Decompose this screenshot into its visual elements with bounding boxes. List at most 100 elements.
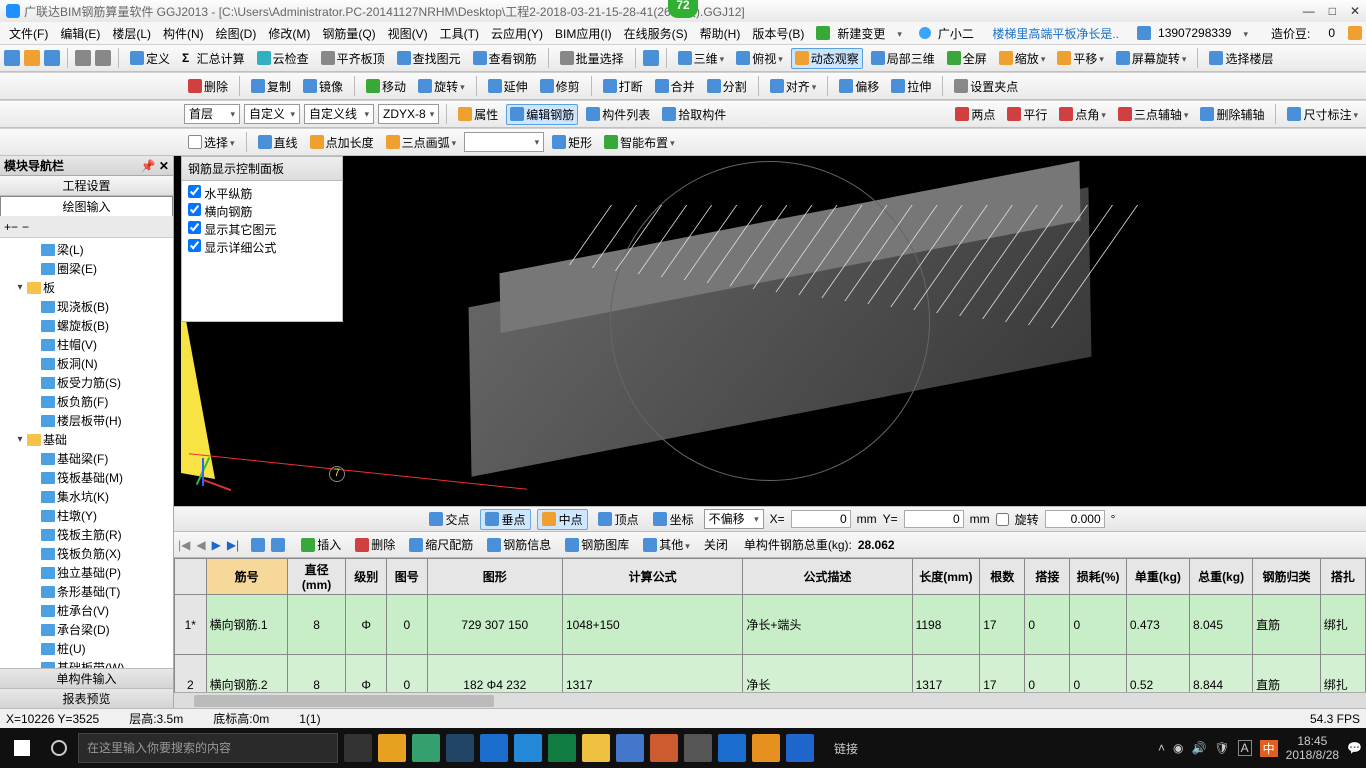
- cell-0-2[interactable]: 8: [287, 595, 346, 655]
- tree-node-集水坑(K)[interactable]: 集水坑(K): [1, 487, 172, 506]
- parallel-button[interactable]: 平行: [1003, 104, 1051, 125]
- user-button[interactable]: 广小二: [914, 21, 984, 46]
- cell-0-4[interactable]: 0: [387, 595, 428, 655]
- code-dropdown[interactable]: ZDYX-8: [378, 104, 439, 124]
- menu-edit[interactable]: 编辑(E): [55, 23, 105, 44]
- viewrebar-button[interactable]: 查看钢筋: [469, 48, 541, 69]
- cell-0-6[interactable]: 1048+150: [562, 595, 742, 655]
- task-link-label[interactable]: 链接: [834, 740, 858, 757]
- screenrot-button[interactable]: 屏幕旋转: [1112, 48, 1191, 69]
- new-file-icon[interactable]: [4, 50, 20, 66]
- menu-online[interactable]: 在线服务(S): [619, 23, 693, 44]
- split-button[interactable]: 分割: [703, 76, 751, 97]
- nav-last[interactable]: ▶|: [227, 538, 239, 552]
- tray-ime-lang[interactable]: 中: [1260, 740, 1278, 757]
- tray-ime-a[interactable]: A: [1238, 740, 1252, 756]
- scalecfg-button[interactable]: 缩尺配筋: [405, 534, 477, 555]
- task-excel[interactable]: [548, 734, 576, 762]
- floor-dropdown[interactable]: 首层: [184, 104, 240, 124]
- taskbar-search[interactable]: 在这里输入你要搜索的内容: [78, 733, 338, 763]
- tree-node-板受力筋(S)[interactable]: 板受力筋(S): [1, 373, 172, 392]
- cell-0-7[interactable]: 净长+端头: [743, 595, 912, 655]
- y-input[interactable]: [904, 510, 964, 528]
- task-app-6[interactable]: [650, 734, 678, 762]
- editrebar-button[interactable]: 编辑钢筋: [506, 104, 578, 125]
- 3d-button[interactable]: 三维: [674, 48, 729, 69]
- stretch-button[interactable]: 拉伸: [887, 76, 935, 97]
- tree-node-桩(U)[interactable]: 桩(U): [1, 639, 172, 658]
- tree-node-柱墩(Y)[interactable]: 柱墩(Y): [1, 506, 172, 525]
- nav-first[interactable]: |◀: [178, 538, 190, 552]
- tab-report-preview[interactable]: 报表预览: [0, 688, 173, 708]
- cell-0-13[interactable]: 8.045: [1189, 595, 1252, 655]
- arc-opt-dropdown[interactable]: [464, 132, 544, 152]
- cp-option-横向钢筋[interactable]: 横向钢筋: [188, 203, 336, 221]
- menu-modify[interactable]: 修改(M): [263, 23, 315, 44]
- cloudcheck-button[interactable]: 云检查: [253, 48, 313, 69]
- batchsel-button[interactable]: 批量选择: [556, 48, 628, 69]
- help-link[interactable]: 楼梯里高端平板净长是..: [987, 23, 1124, 44]
- snap-vertex[interactable]: 顶点: [594, 510, 643, 529]
- snap-perp[interactable]: 垂点: [480, 509, 531, 530]
- delete-button[interactable]: 删除: [184, 76, 232, 97]
- rect-button[interactable]: 矩形: [548, 132, 596, 153]
- cell-0-14[interactable]: 直筋: [1253, 595, 1321, 655]
- close-panel-button[interactable]: 关闭: [700, 534, 732, 555]
- rebar-table[interactable]: 筋号直径(mm)级别图号图形计算公式公式描述长度(mm)根数搭接损耗(%)单重(…: [174, 558, 1366, 708]
- tree-node-柱帽(V)[interactable]: 柱帽(V): [1, 335, 172, 354]
- rebarinfo-button[interactable]: 钢筋信息: [483, 534, 555, 555]
- delete-row-button[interactable]: 删除: [351, 534, 399, 555]
- delaux-button[interactable]: 删除辅轴: [1196, 104, 1268, 125]
- tray-clock[interactable]: 18:452018/8/28: [1286, 734, 1339, 762]
- rebar-display-panel[interactable]: 钢筋显示控制面板 水平纵筋 横向钢筋 显示其它图元 显示详细公式: [181, 156, 343, 322]
- twopoint-button[interactable]: 两点: [951, 104, 999, 125]
- copy-button[interactable]: 复制: [247, 76, 295, 97]
- custom-dropdown[interactable]: 自定义: [244, 104, 300, 124]
- customline-dropdown[interactable]: 自定义线: [304, 104, 374, 124]
- menu-tools[interactable]: 工具(T): [435, 23, 484, 44]
- snap-mid[interactable]: 中点: [537, 509, 588, 530]
- fullscreen-button[interactable]: 全屏: [943, 48, 991, 69]
- threeptaux-button[interactable]: 三点辅轴: [1114, 104, 1193, 125]
- tb1-misc-icon[interactable]: [643, 50, 659, 66]
- cell-0-1[interactable]: 横向钢筋.1: [206, 595, 287, 655]
- tree-collapse-icon[interactable]: −: [22, 220, 29, 234]
- tree-node-基础板带(W)[interactable]: 基础板带(W): [1, 658, 172, 668]
- grid-ico2[interactable]: [271, 538, 285, 552]
- tree-node-独立基础(P)[interactable]: 独立基础(P): [1, 563, 172, 582]
- task-app-5[interactable]: [616, 734, 644, 762]
- tree-node-条形基础(T)[interactable]: 条形基础(T): [1, 582, 172, 601]
- open-icon[interactable]: [24, 50, 40, 66]
- merge-button[interactable]: 合并: [651, 76, 699, 97]
- other-button[interactable]: 其他: [639, 534, 694, 555]
- local3d-button[interactable]: 局部三维: [867, 48, 939, 69]
- addlen-button[interactable]: 点加长度: [306, 132, 378, 153]
- menu-view[interactable]: 视图(V): [383, 23, 433, 44]
- tree-node-基础[interactable]: ▾基础: [1, 430, 172, 449]
- tree-node-桩承台(V)[interactable]: 桩承台(V): [1, 601, 172, 620]
- rotate-button[interactable]: 旋转: [414, 76, 469, 97]
- move-button[interactable]: 移动: [362, 76, 410, 97]
- close-button[interactable]: ✕: [1350, 4, 1360, 18]
- tray-shield-icon[interactable]: 🛡: [1214, 741, 1229, 755]
- offset-mode-dropdown[interactable]: 不偏移: [704, 509, 764, 529]
- task-app-8[interactable]: [752, 734, 780, 762]
- menu-bim[interactable]: BIM应用(I): [550, 23, 617, 44]
- menu-file[interactable]: 文件(F): [4, 23, 53, 44]
- pickcomp-button[interactable]: 拾取构件: [658, 104, 730, 125]
- tree-expand-icon[interactable]: +−: [4, 220, 18, 234]
- cell-0-9[interactable]: 17: [980, 595, 1025, 655]
- tree-node-螺旋板(B)[interactable]: 螺旋板(B): [1, 316, 172, 335]
- arc3-button[interactable]: 三点画弧: [382, 132, 461, 153]
- zoom-button[interactable]: 缩放: [995, 48, 1050, 69]
- rotate-checkbox[interactable]: [996, 513, 1009, 526]
- cp-option-水平纵筋[interactable]: 水平纵筋: [188, 185, 336, 203]
- sumcalc-button[interactable]: Σ 汇总计算: [178, 48, 249, 69]
- start-button[interactable]: [4, 732, 40, 764]
- undo-icon[interactable]: [75, 50, 91, 66]
- 3d-viewport[interactable]: 钢筋显示控制面板 水平纵筋 横向钢筋 显示其它图元 显示详细公式 7: [174, 156, 1366, 506]
- tree-node-板负筋(F)[interactable]: 板负筋(F): [1, 392, 172, 411]
- menu-cloud[interactable]: 云应用(Y): [486, 23, 548, 44]
- task-folder[interactable]: [582, 734, 610, 762]
- cell-0-0[interactable]: 1*: [175, 595, 207, 655]
